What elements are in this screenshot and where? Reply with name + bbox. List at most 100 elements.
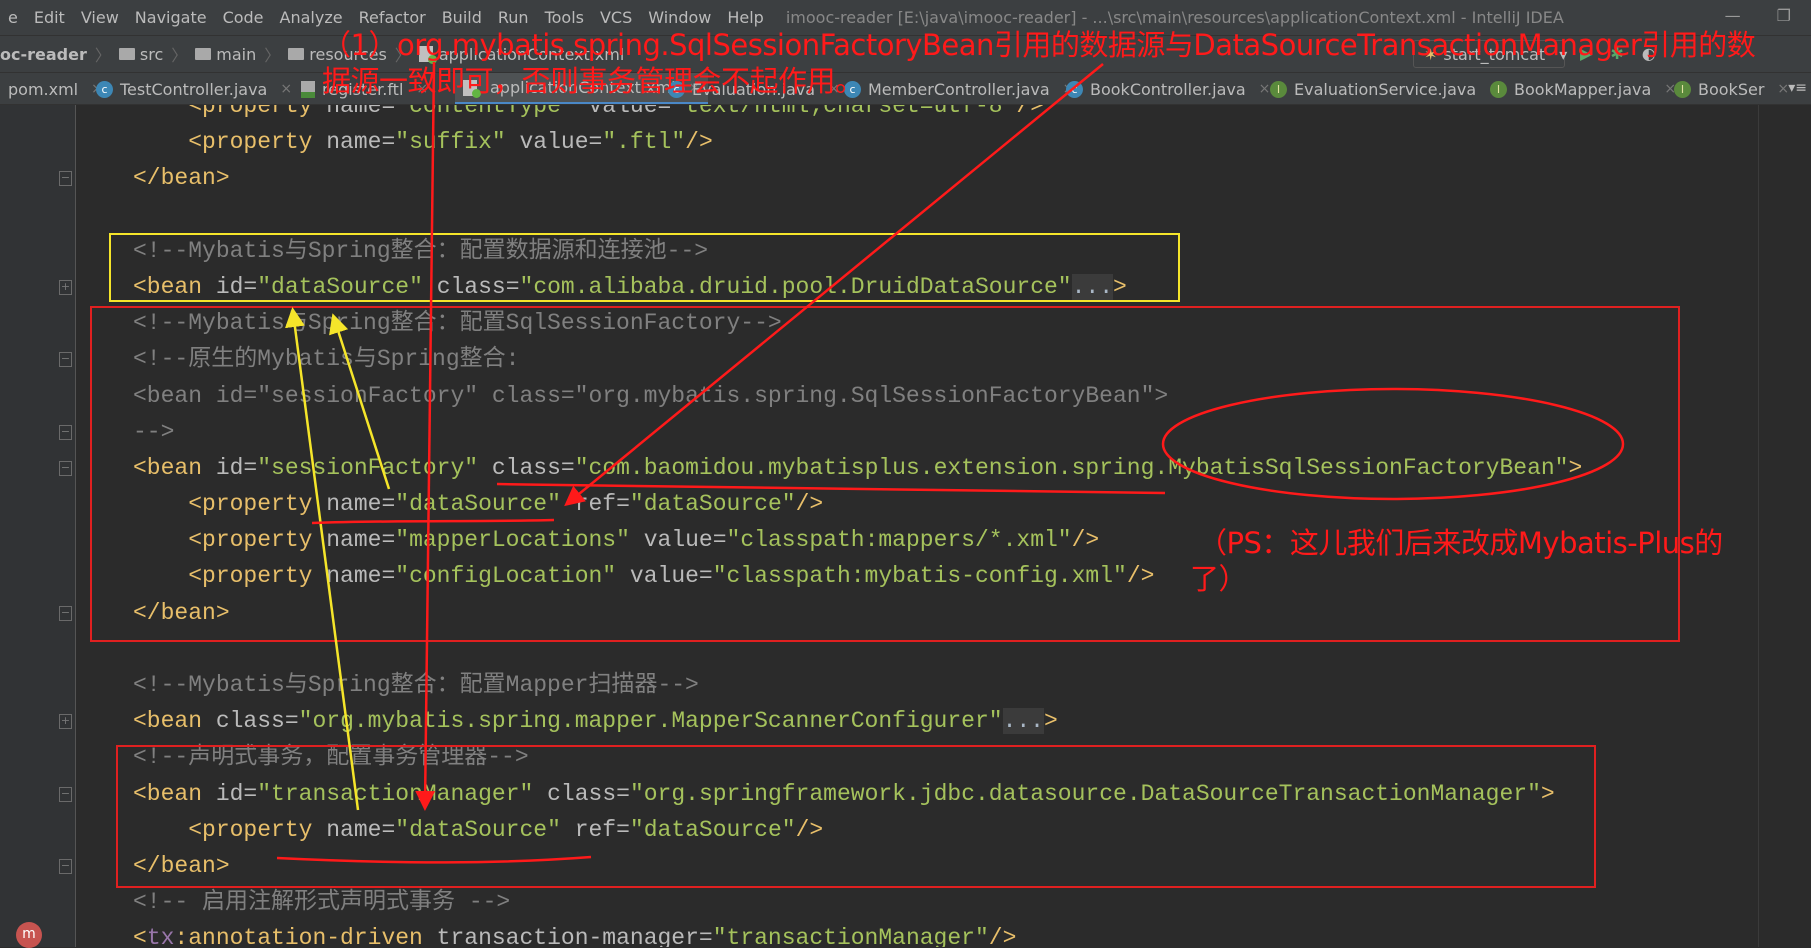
interface-icon: I [1674, 80, 1691, 98]
code-token: > [1540, 780, 1555, 807]
code-token: <property [188, 563, 327, 590]
tab-bookmapper-java[interactable]: I BookMapper.java × [1482, 73, 1684, 104]
code-line: <bean id="dataSource" class="com.alibaba… [133, 269, 1582, 305]
breadcrumb-label: src [139, 44, 164, 64]
code-token: <property [188, 527, 327, 554]
tab-membercontroller-java[interactable]: cMemberController.java× [836, 73, 1082, 104]
code-token: "dataSource" [629, 491, 796, 518]
fold-expand-icon[interactable]: + [59, 714, 72, 730]
code-token: "suffix" [395, 129, 520, 156]
code-token: <bean [133, 273, 216, 300]
close-icon[interactable]: × [280, 81, 292, 97]
code-token: > [1568, 454, 1583, 481]
annotation-note-line2: 据源一致即可，否则事务管理会不起作用。 [322, 64, 864, 98]
code-token: "dataSource" [629, 816, 796, 843]
code-token: "dataSource" [395, 491, 575, 518]
fold-collapse-icon[interactable]: − [59, 786, 72, 802]
breadcrumb-project[interactable]: oc-reader [0, 45, 91, 64]
code-token: name= [326, 816, 396, 843]
code-token: <!--Mybatis与Spring整合：配置数据源和连接池--> [133, 237, 709, 264]
code-line: <bean id="sessionFactory" class="org.myb… [133, 378, 1582, 414]
tab-evaluationservice-java[interactable]: IEvaluationService.java× [1262, 73, 1509, 104]
editor-tabs: pom.xml×cTestController.java×register.ft… [0, 72, 1811, 105]
code-token: "configLocation" [395, 563, 630, 590]
code-line: </bean> [133, 595, 1582, 631]
code-token: > [1113, 273, 1127, 300]
code-token: name= [326, 527, 396, 554]
code-token: <bean [133, 454, 216, 481]
code-line: <bean id="transactionManager" class="org… [133, 776, 1582, 812]
code-token: class= [547, 780, 630, 807]
breadcrumb-src[interactable]: src [115, 45, 167, 64]
folded-code-placeholder[interactable]: ... [1002, 708, 1044, 735]
code-token: /> [685, 129, 713, 156]
tab-bookser[interactable]: I BookSer × [1666, 73, 1797, 104]
code-token: "transactionManager" [712, 925, 989, 947]
ftl-file-icon [301, 80, 315, 98]
code-token: <!--原生的Mybatis与Spring整合: [133, 346, 520, 373]
code-token: </bean> [133, 852, 230, 879]
code-line: --> [133, 414, 1582, 450]
code-token: <!--声明式事务，配置事务管理器--> [133, 744, 529, 771]
maven-icon[interactable]: m [16, 922, 42, 948]
code-line: <property name="configLocation" value="c… [133, 558, 1582, 594]
code-token: id= [215, 780, 258, 807]
tab-testcontroller-java[interactable]: c TestController.java × [88, 73, 300, 104]
code-token: "mapperLocations" [395, 527, 644, 554]
code-line: <!-- 启用注解形式声明式事务 --> [133, 884, 1582, 920]
tab-overflow-icon[interactable]: ▾≡ [1788, 80, 1807, 96]
code-token: <!--Mybatis与Spring整合：配置Mapper扫描器--> [133, 672, 699, 698]
tab-label: BookMapper.java [1514, 79, 1652, 99]
fold-collapse-icon[interactable]: − [59, 605, 72, 621]
menu-item-navigate[interactable]: Navigate [123, 8, 215, 27]
code-token: value= [629, 563, 713, 590]
fold-collapse-icon[interactable]: − [59, 859, 72, 875]
fold-collapse-icon[interactable]: − [59, 424, 72, 440]
folded-code-placeholder[interactable]: ... [1071, 273, 1114, 300]
code-token: </bean> [133, 165, 230, 192]
code-token: "dataSource" [257, 273, 437, 300]
breadcrumb-main[interactable]: main [191, 45, 260, 64]
folder-icon [195, 48, 212, 60]
code-token: "classpath:mappers/*.xml" [726, 527, 1072, 554]
code-line: <!--原生的Mybatis与Spring整合: [133, 341, 1582, 377]
menu-item-view[interactable]: View [69, 8, 127, 27]
code-line: <property name="suffix" value=".ftl"/> [133, 124, 1582, 160]
code-token: "contentType" [395, 105, 589, 119]
code-token: "transactionManager" [257, 780, 548, 807]
code-token: <property [188, 129, 327, 156]
breadcrumb-separator: 〉 [171, 46, 188, 65]
tab-label: TestController.java [120, 79, 268, 99]
code-line: <tx:annotation-driven transaction-manage… [133, 920, 1582, 947]
code-token: <bean id="sessionFactory" class="org.myb… [133, 382, 1169, 409]
code-token: > [1044, 708, 1058, 735]
fold-collapse-icon[interactable]: − [59, 461, 72, 476]
code-token: name= [326, 129, 396, 156]
fold-collapse-icon[interactable]: − [59, 352, 72, 368]
menu-item-edit[interactable]: Edit [22, 8, 73, 27]
code-token: ref= [574, 816, 630, 843]
tab-label: MemberController.java [868, 79, 1050, 99]
code-line: <bean class="org.mybatis.spring.mapper.M… [133, 703, 1582, 739]
class-icon: c [1066, 80, 1083, 98]
code-token: <property [188, 816, 327, 843]
code-token: transaction-manager= [436, 925, 713, 947]
tab-bookcontroller-java[interactable]: c BookController.java × [1058, 73, 1278, 104]
fold-collapse-icon[interactable]: − [59, 171, 72, 187]
class-icon: c [96, 80, 113, 98]
code-line: <!--声明式事务，配置事务管理器--> [133, 739, 1582, 775]
fold-expand-icon[interactable]: + [59, 280, 72, 295]
menu-item-code[interactable]: Code [211, 8, 272, 27]
code-token: < [133, 925, 147, 947]
tab-label: pom.xml [8, 79, 79, 99]
right-margin-guide [1758, 105, 1759, 947]
folder-icon [118, 48, 135, 60]
restore-button[interactable]: ❐ [1777, 6, 1791, 25]
ps-note-line2: 了） [1190, 562, 1248, 596]
tab-label: BookSer [1698, 79, 1765, 99]
